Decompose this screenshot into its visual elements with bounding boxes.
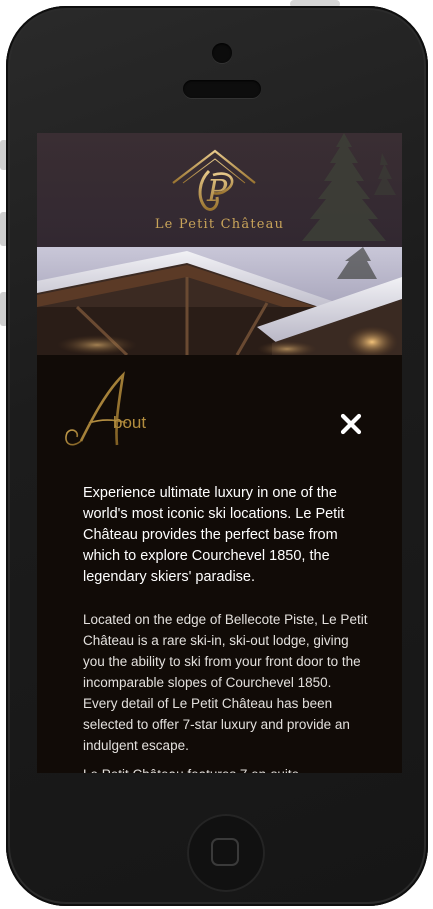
- front-camera: [212, 43, 232, 63]
- about-heading-initial: A: [61, 371, 128, 446]
- chalet-photo: [37, 247, 402, 355]
- chalet-image: [37, 247, 402, 355]
- close-icon[interactable]: [339, 412, 363, 436]
- chateau-logo-icon: P: [172, 149, 256, 211]
- about-lead-paragraph: Experience ultimate luxury in one of the…: [83, 485, 345, 585]
- logo-letter: P: [206, 174, 228, 209]
- about-continued-paragraph: Le Petit Château features 7 en-suite: [83, 764, 368, 773]
- about-initial-letter: A: [61, 371, 62, 372]
- site-header: P Le Petit Château: [37, 133, 402, 247]
- app-screen: P Le Petit Château A bout Experience ult…: [37, 133, 402, 773]
- home-square-icon: [211, 838, 239, 866]
- home-button[interactable]: [187, 814, 265, 892]
- earpiece-speaker: [183, 80, 261, 98]
- brand-name: Le Petit Château: [154, 217, 285, 232]
- about-panel: A bout Experience ultimate luxury in one…: [37, 355, 402, 773]
- about-heading: bout: [113, 413, 147, 432]
- about-body-paragraph: Located on the edge of Bellecote Piste, …: [83, 612, 368, 753]
